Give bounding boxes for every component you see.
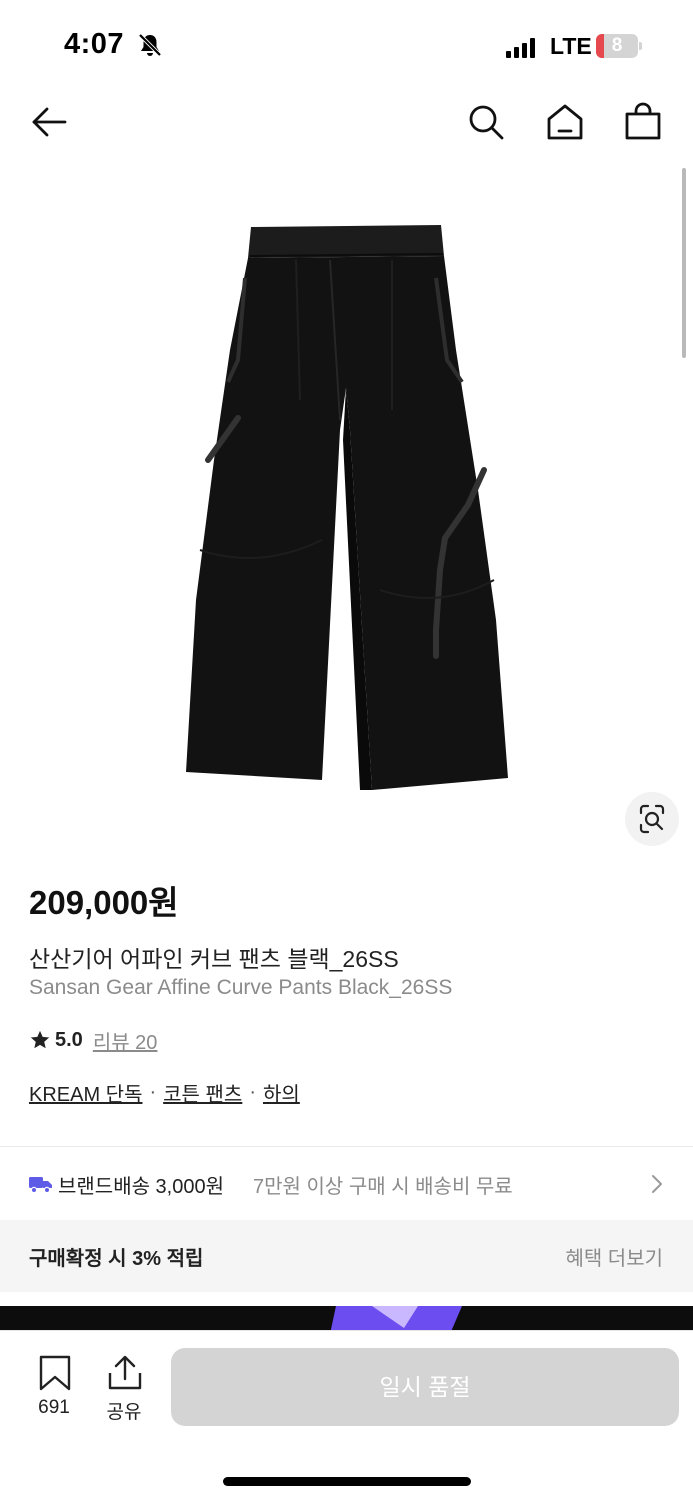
wishlist-count: 691 [38,1397,70,1418]
wishlist-button[interactable]: 691 [22,1353,86,1427]
chevron-right-icon [652,1175,662,1193]
rating-row: 5.0 리뷰 20 [29,1025,157,1055]
tag-bottoms[interactable]: 하의 [263,1078,300,1107]
benefit-title: 구매확정 시 3% 적립 [29,1248,204,1270]
tag-separator: · [249,1081,256,1103]
shipping-info-row[interactable]: 브랜드배송 3,000원 7만원 이상 구매 시 배송비 무료 [0,1147,693,1220]
status-bar: 4:07 LTE 8 [0,0,693,92]
share-icon [108,1355,142,1390]
bookmark-icon [39,1355,71,1391]
shipping-condition: 7만원 이상 구매 시 배송비 무료 [253,1176,513,1198]
star-icon [30,1030,50,1049]
benefit-row: 구매확정 시 3% 적립 혜택 더보기 [0,1220,693,1292]
product-image-area[interactable] [0,160,693,860]
share-button[interactable]: 공유 [92,1353,156,1427]
top-nav [0,92,693,156]
lens-search-icon [639,804,665,834]
search-icon[interactable] [466,102,506,142]
temporarily-sold-out-button[interactable]: 일시 품절 [171,1348,679,1426]
bottom-action-bar: 691 공유 일시 품절 [0,1330,693,1500]
product-name-en: Sansan Gear Affine Curve Pants Black_26S… [29,976,453,999]
battery-level: 8 [611,35,623,56]
back-arrow-icon[interactable] [29,102,69,142]
tag-kream-exclusive[interactable]: KREAM 단독 [29,1078,142,1107]
benefit-more-link[interactable]: 혜택 더보기 [565,1242,663,1271]
share-label: 공유 [106,1402,142,1423]
home-indicator[interactable] [223,1477,471,1486]
tag-list: KREAM 단독 · 코튼 팬츠 · 하의 [29,1078,300,1107]
home-icon[interactable] [545,102,585,142]
shopping-bag-icon[interactable] [623,102,663,142]
product-price: 209,000원 [29,884,179,921]
tag-separator: · [149,1081,157,1103]
network-label: LTE [550,33,592,59]
review-link[interactable]: 리뷰 20 [93,1026,158,1055]
scrollbar[interactable] [682,168,686,358]
shipping-label: 브랜드배송 3,000원 [58,1176,225,1198]
pants-image [186,225,508,790]
product-name-ko: 산산기어 어파인 커브 팬츠 블랙_26SS [29,946,399,972]
status-time: 4:07 [64,28,125,60]
bell-slash-icon [138,33,162,57]
lens-search-button[interactable] [625,792,679,846]
signal-icon [506,38,535,58]
battery-icon: 8 [596,34,642,58]
tag-cotton-pants[interactable]: 코튼 팬츠 [163,1078,242,1107]
truck-icon [29,1177,52,1193]
rating-value: 5.0 [55,1028,83,1051]
